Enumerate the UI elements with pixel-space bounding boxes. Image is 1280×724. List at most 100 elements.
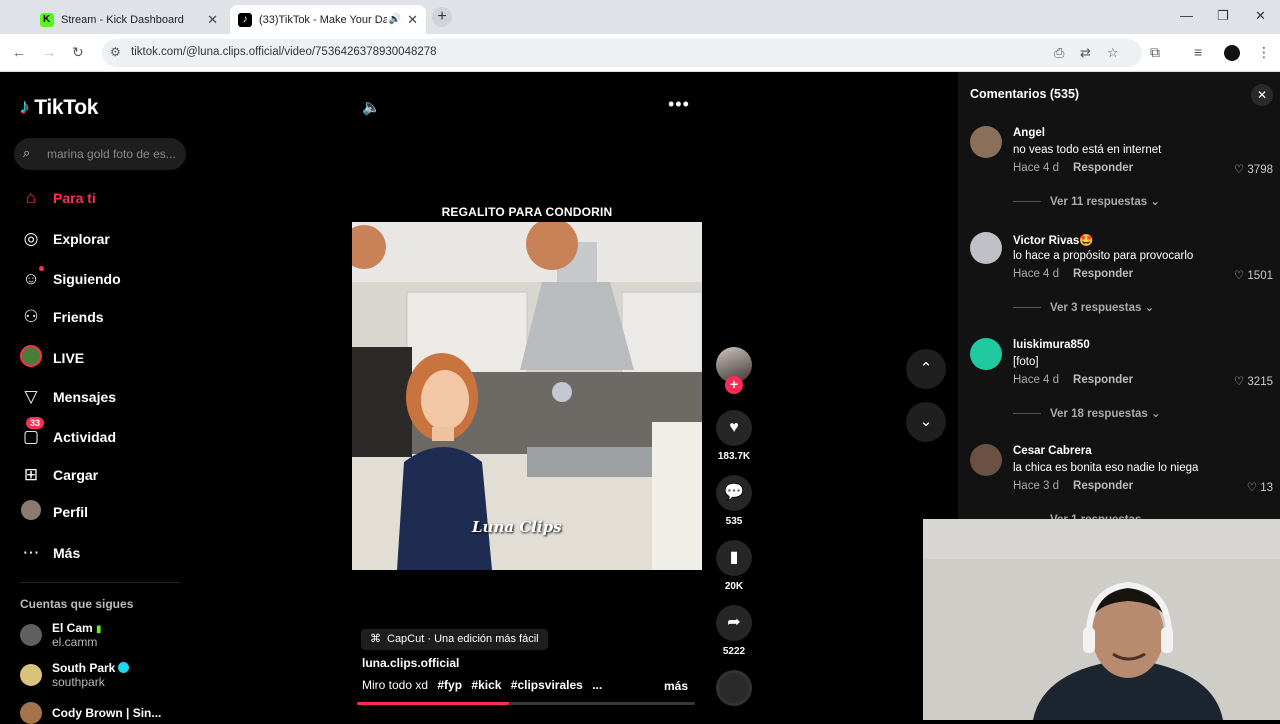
reply-button[interactable]: Responder (1073, 374, 1133, 386)
previous-video-button[interactable]: ⌃ (906, 349, 946, 389)
search-input[interactable]: ⌕ marina gold foto de es... (14, 138, 186, 170)
install-app-icon[interactable]: ⎙ (1054, 45, 1064, 61)
followed-account[interactable]: Cody Brown | Sin... (20, 702, 190, 724)
home-icon: ⌂ (25, 188, 37, 207)
nav-item-explorar[interactable]: ◎ Explorar (20, 227, 190, 251)
window-close-icon[interactable]: ✕ (1255, 8, 1266, 24)
nav-item-para-ti[interactable]: ⌂ Para ti (20, 186, 190, 210)
tiktok-note-icon: ♪ (20, 96, 31, 119)
hashtag[interactable]: #clipsvirales (511, 678, 583, 692)
tab-audio-icon[interactable]: 🔊 (389, 14, 401, 25)
followed-account[interactable]: South Park southpark (20, 661, 190, 689)
tiktok-logo[interactable]: ♪ TikTok (20, 96, 98, 120)
nav-label: Cargar (53, 467, 99, 483)
nav-item-actividad[interactable]: ▢ 33 Actividad (20, 417, 190, 449)
profile-icon (20, 499, 42, 525)
reply-button[interactable]: Responder (1073, 162, 1133, 174)
close-tab-icon[interactable]: ✕ (407, 12, 418, 28)
minimize-icon[interactable]: — (1180, 8, 1193, 23)
more-description-button[interactable]: más (664, 679, 688, 693)
back-icon[interactable]: ← (12, 44, 26, 60)
comment-time: Hace 3 d (1013, 480, 1060, 492)
reply-button[interactable]: Responder (1073, 268, 1133, 280)
video-progress-bar[interactable] (357, 702, 695, 705)
avatar[interactable] (970, 444, 1002, 476)
divider (1013, 201, 1041, 203)
url-text: tiktok.com/@luna.clips.official/video/75… (131, 46, 437, 58)
webcam-frame (923, 519, 1280, 720)
next-video-button[interactable]: ⌄ (906, 402, 946, 442)
browser-tab-kick[interactable]: K Stream - Kick Dashboard ✕ (32, 5, 226, 34)
nav-label: Para ti (53, 190, 96, 206)
comment-like-button[interactable]: ♡ 1501 (1234, 268, 1273, 282)
share-icon: ➦ (716, 605, 752, 641)
nav-item-cargar[interactable]: ⊞ Cargar (20, 463, 190, 487)
avatar[interactable] (970, 338, 1002, 370)
more-options-icon[interactable]: ••• (668, 94, 690, 115)
reply-button[interactable]: Responder (1073, 480, 1133, 492)
view-replies-button[interactable]: Ver 18 respuestas ⌄ (1013, 406, 1161, 420)
comment-user[interactable]: Angel (1013, 127, 1045, 139)
comment-like-count: 3215 (1247, 376, 1273, 388)
media-control-icon[interactable]: ≡ (1194, 44, 1202, 60)
comment-button[interactable]: 💬 535 (714, 475, 754, 527)
search-placeholder: marina gold foto de es... (47, 147, 176, 161)
profile-avatar[interactable] (1224, 45, 1240, 61)
video-player[interactable]: Luna Clips (352, 222, 702, 570)
extensions-icon[interactable]: ⧉ (1150, 44, 1160, 61)
nav-item-perfil[interactable]: Perfil (20, 499, 190, 525)
follow-plus-icon[interactable]: + (725, 376, 743, 394)
heart-outline-icon: ♡ (1233, 376, 1245, 388)
comment-user[interactable]: Cesar Cabrera (1013, 445, 1092, 457)
nav-item-mensajes[interactable]: ▽ Mensajes (20, 385, 190, 409)
close-tab-icon[interactable]: ✕ (207, 12, 218, 28)
followed-account[interactable]: El Cam ▮ el.camm (20, 621, 190, 649)
bookmark-star-icon[interactable]: ☆ (1107, 45, 1119, 61)
nav-label: Explorar (53, 231, 110, 247)
comment-user[interactable]: Victor Rivas🤩 (1013, 233, 1094, 247)
maximize-icon[interactable]: ❐ (1217, 8, 1229, 24)
comment-text: [foto] (1013, 356, 1039, 368)
browser-tab-strip: K Stream - Kick Dashboard ✕ ♪ (33)TikTok… (0, 0, 1280, 34)
view-replies-label: Ver 11 respuestas (1050, 196, 1148, 208)
activity-badge: 33 (26, 417, 45, 429)
volume-icon[interactable]: 🔈 (362, 98, 381, 116)
progress-fill (357, 702, 510, 705)
comment-like-button[interactable]: ♡ 3215 (1234, 374, 1273, 388)
logo-text: TikTok (34, 96, 99, 119)
account-name: South Park (52, 661, 116, 675)
verified-icon (118, 662, 130, 673)
nav-label: Mensajes (53, 389, 117, 405)
nav-item-live[interactable]: LIVE (20, 344, 190, 370)
like-button[interactable]: ♥ 183.7K (714, 410, 754, 462)
capcut-promo[interactable]: ⌘ CapCut · Una edición más fácil (361, 629, 548, 650)
music-disc-icon[interactable] (716, 670, 752, 706)
search-icon: ⌕ (23, 145, 31, 160)
share-button[interactable]: ➦ 5222 (714, 605, 754, 657)
view-replies-button[interactable]: Ver 3 respuestas ⌄ (1013, 300, 1154, 314)
browser-menu-icon[interactable]: ⋮ (1257, 44, 1271, 61)
forward-icon[interactable]: → (42, 44, 56, 60)
reload-icon[interactable]: ↻ (72, 44, 84, 61)
avatar[interactable] (970, 126, 1002, 158)
hashtag[interactable]: #fyp (437, 678, 462, 692)
hashtag[interactable]: #kick (471, 678, 501, 692)
comment-like-button[interactable]: ♡ 13 (1247, 480, 1273, 494)
site-info-icon[interactable]: ⚙ (110, 45, 121, 59)
browser-tab-tiktok[interactable]: ♪ (33)TikTok - Make Your Day 🔊 ✕ (230, 5, 426, 34)
translate-icon[interactable]: ⇄ (1080, 45, 1091, 61)
view-replies-button[interactable]: Ver 11 respuestas ⌄ (1013, 194, 1160, 208)
comment-user[interactable]: luiskimura850 (1013, 339, 1090, 351)
comment-like-count: 1501 (1247, 270, 1273, 282)
nav-item-friends[interactable]: ⚇ Friends (20, 305, 190, 329)
comment-like-button[interactable]: ♡ 3798 (1234, 162, 1273, 176)
address-bar[interactable]: ⚙ tiktok.com/@luna.clips.official/video/… (102, 39, 1142, 67)
avatar[interactable] (970, 232, 1002, 264)
new-tab-button[interactable]: + (432, 7, 452, 27)
close-comments-icon[interactable]: ✕ (1251, 84, 1273, 106)
video-author[interactable]: luna.clips.official (362, 656, 459, 670)
heart-icon: ♥ (716, 410, 752, 446)
save-button[interactable]: ▮ 20K (714, 540, 754, 592)
nav-item-mas[interactable]: ⋯ Más (20, 541, 190, 565)
nav-item-siguiendo[interactable]: ☺ Siguiendo (20, 266, 190, 291)
